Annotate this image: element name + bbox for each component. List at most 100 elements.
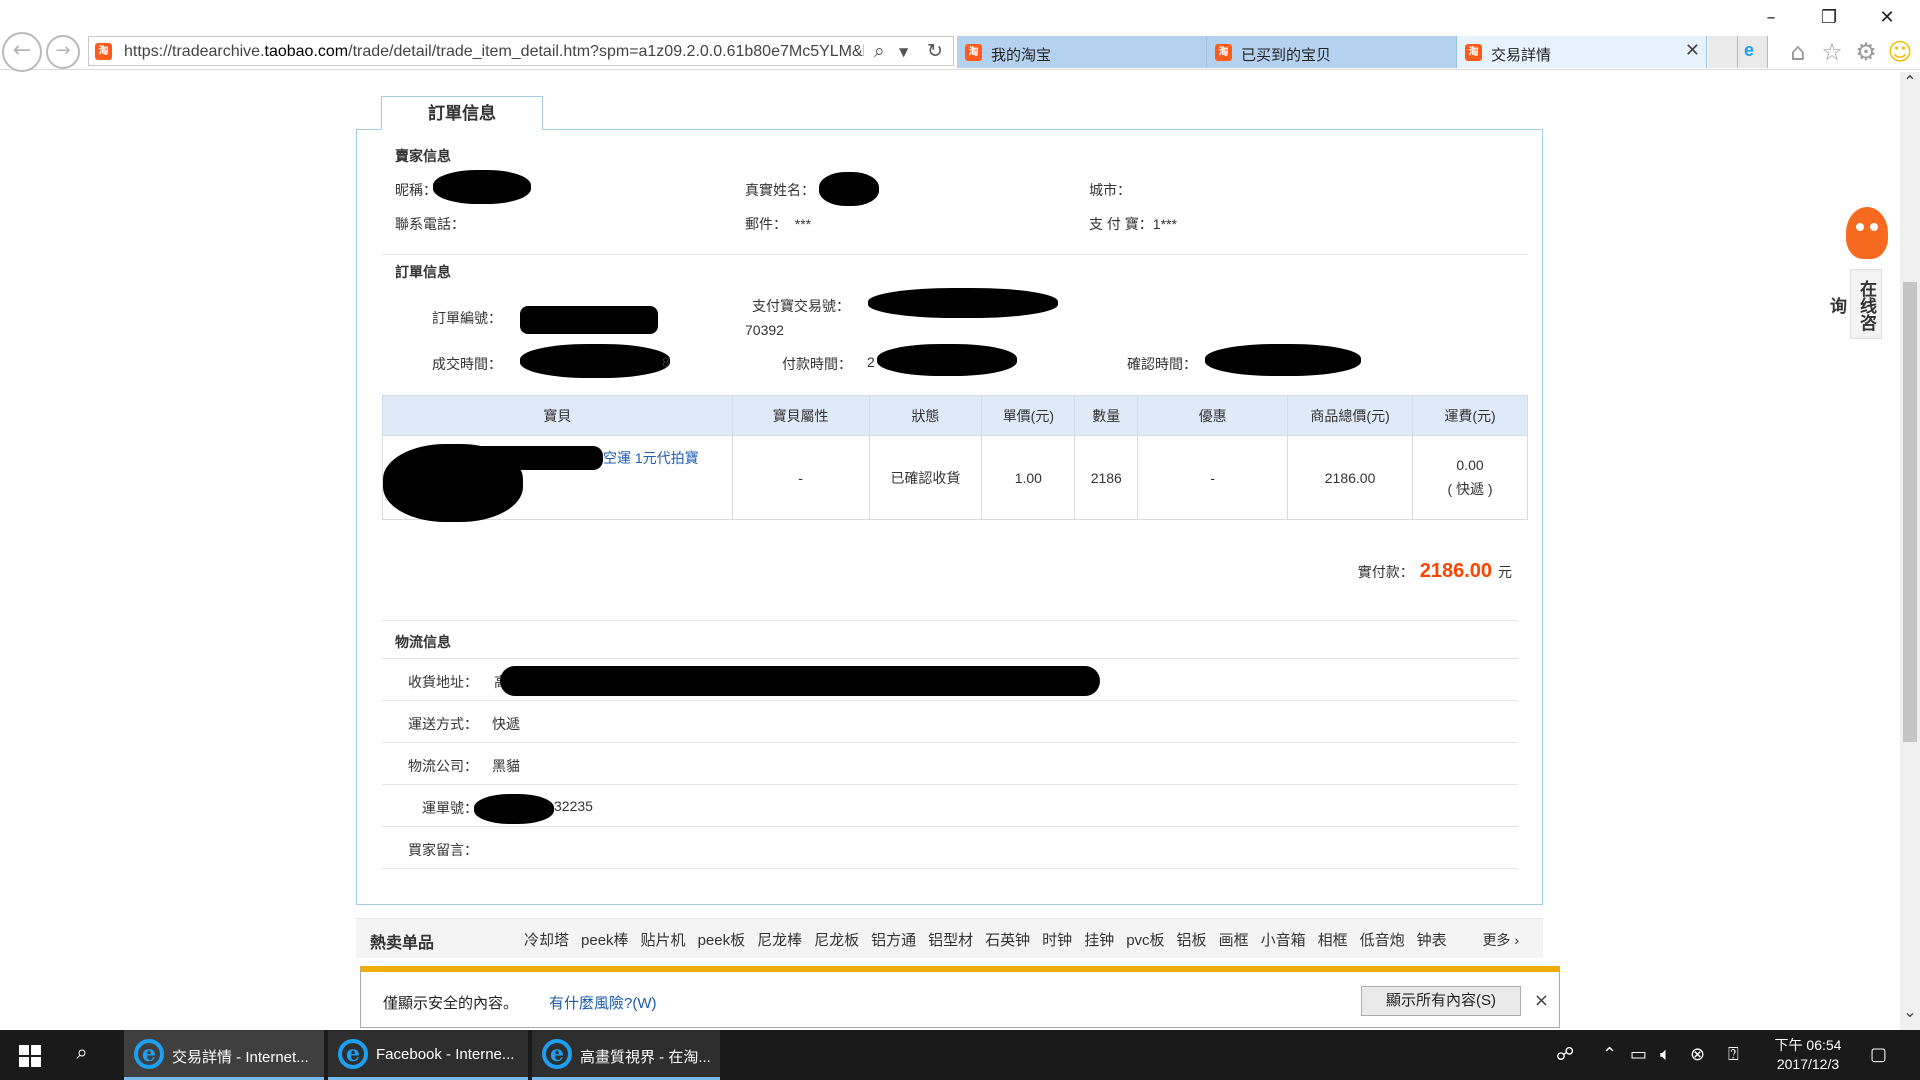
hot-item-link[interactable]: 小音箱 <box>1261 932 1306 949</box>
cell-attr: - <box>731 435 870 520</box>
hot-item-link[interactable]: 贴片机 <box>641 932 686 949</box>
hot-item-link[interactable]: 冷却塔 <box>524 932 569 949</box>
hot-items-links: 冷却塔 peek棒 贴片机 peek板 尼龙棒 尼龙板 铝方通 铝型材 石英钟 时钟 挂钟 pvc板铝… <box>524 929 1459 950</box>
hot-item-link[interactable]: peek棒 <box>581 932 629 949</box>
tab-label: 我的淘宝 <box>991 47 1052 64</box>
tab-bought-items[interactable]: 淘 已买到的宝贝 <box>1207 36 1457 68</box>
redacted-pay-time <box>877 344 1017 376</box>
hot-item-link[interactable]: peek板 <box>698 932 746 949</box>
hot-item-link[interactable]: 钟表 <box>1417 932 1447 949</box>
hot-item-link[interactable]: 铝方通 <box>871 932 916 949</box>
ie-icon: e <box>134 1039 164 1069</box>
deal-time-tail: 8 <box>662 354 670 370</box>
shipping-method-row: 運送方式： 快遞 <box>382 702 1518 743</box>
vertical-scrollbar[interactable]: ⌃ ⌄ <box>1900 72 1920 1030</box>
items-table: 寶貝 寶貝屬性 狀態 單價(元) 數量 優惠 商品總價(元) 運費(元) 空運 … <box>382 395 1528 522</box>
hot-item-link[interactable]: pvc板 <box>1126 932 1164 949</box>
home-icon[interactable]: ⌂ <box>1784 38 1812 66</box>
back-button[interactable]: ← <box>2 32 42 72</box>
tracking-row: 運單號： 32235 <box>382 786 1518 827</box>
cell-status: 已確認收貨 <box>868 435 983 520</box>
close-tab-icon[interactable]: ✕ <box>1685 40 1700 61</box>
no-connection-icon[interactable]: ⊗ <box>1690 1044 1705 1065</box>
hot-items-title: 熱卖单品 <box>370 935 435 952</box>
windows-logo-icon <box>19 1057 29 1067</box>
notice-close-icon[interactable]: × <box>1534 990 1549 1011</box>
item-title-link[interactable]: 空運 1元代拍寶 <box>603 448 699 468</box>
hot-item-link[interactable]: 挂钟 <box>1084 932 1114 949</box>
email-value: *** <box>794 216 812 232</box>
people-icon[interactable]: ☍ <box>1556 1044 1574 1065</box>
confirm-time-label: 確認時間： <box>1127 356 1197 372</box>
divider <box>382 620 1518 621</box>
company-label: 物流公司： <box>408 758 478 774</box>
hot-item-link[interactable]: 画框 <box>1219 932 1249 949</box>
close-window-icon[interactable]: ✕ <box>1862 4 1912 32</box>
clock[interactable]: 下午 06:54 2017/12/3 <box>1768 1036 1848 1074</box>
search-icon[interactable]: ⌕ <box>874 40 885 62</box>
order-info-tab[interactable]: 訂單信息 <box>381 96 543 130</box>
settings-gear-icon[interactable]: ⚙ <box>1852 38 1880 66</box>
minimize-icon[interactable]: – <box>1746 4 1796 32</box>
hot-item-link[interactable]: 铝板 <box>1177 932 1207 949</box>
taobao-favicon-icon: 淘 <box>965 44 982 61</box>
tab-my-taobao[interactable]: 淘 我的淘宝 <box>957 36 1207 68</box>
buyer-msg-label: 買家留言： <box>408 842 478 858</box>
refresh-icon[interactable]: ↻ <box>927 40 943 62</box>
hot-item-link[interactable]: 尼龙棒 <box>757 932 802 949</box>
address-bar[interactable]: 淘 https://tradearchive.taobao.com/trade/… <box>88 36 954 66</box>
taskbar-item-trade-detail[interactable]: e 交易詳情 - Internet... <box>124 1030 324 1080</box>
pay-time-label: 付款時間： <box>782 356 852 372</box>
clock-time: 下午 06:54 <box>1774 1037 1842 1053</box>
alipay-label: 支 付 寶：1*** <box>1089 214 1177 234</box>
new-tab-button[interactable] <box>1708 36 1738 68</box>
forward-button[interactable]: → <box>46 35 80 69</box>
notice-risk-link[interactable]: 有什麼風險?(W) <box>549 992 657 1013</box>
start-button[interactable] <box>0 1030 56 1080</box>
tray-chevron-up-icon[interactable]: ⌃ <box>1602 1044 1617 1065</box>
scroll-up-icon[interactable]: ⌃ <box>1900 72 1920 92</box>
taskbar-item-facebook[interactable]: e Facebook - Interne... <box>328 1030 528 1080</box>
ie-icon: e <box>542 1039 572 1069</box>
volume-icon[interactable]: 🔈︎ <box>1660 1044 1671 1065</box>
taskbar-search-icon[interactable]: ⌕ <box>64 1040 100 1070</box>
cell-total: 2186.00 <box>1287 435 1414 520</box>
scroll-down-icon[interactable]: ⌄ <box>1900 1002 1920 1022</box>
url-text[interactable]: https://tradearchive.taobao.com/trade/de… <box>124 43 864 61</box>
notice-text: 僅顯示安全的內容。 <box>383 995 519 1012</box>
tab-trade-detail[interactable]: 淘 交易詳情 ✕ <box>1457 36 1707 68</box>
hot-items-more-link[interactable]: 更多 › <box>1482 930 1519 950</box>
network-icon[interactable]: ▭ <box>1630 1044 1647 1065</box>
hot-item-link[interactable]: 相框 <box>1318 932 1348 949</box>
favorites-star-icon[interactable]: ☆ <box>1818 38 1846 66</box>
phone-label: 聯系電話： <box>395 216 465 232</box>
smiley-feedback-icon[interactable]: ☺ <box>1886 38 1914 66</box>
restore-icon[interactable]: ❐ <box>1804 4 1854 32</box>
tab-label: 交易詳情 <box>1491 47 1552 64</box>
hot-item-link[interactable]: 石英钟 <box>985 932 1030 949</box>
city-label: 城市： <box>1089 182 1131 198</box>
browser-chrome: – ❐ ✕ ← → 淘 https://tradearchive.taobao.… <box>0 0 1920 72</box>
windows-logo-icon <box>19 1045 29 1055</box>
action-center-icon[interactable]: ▢ <box>1870 1044 1887 1065</box>
online-consult-widget[interactable]: 在线咨询 <box>1827 207 1888 437</box>
buyer-message-row: 買家留言： <box>382 828 1518 869</box>
payment-amount: 2186.00 <box>1419 560 1492 582</box>
input-method-icon[interactable]: ⍰ <box>1728 1044 1739 1065</box>
scroll-thumb[interactable] <box>1903 282 1917 742</box>
ie-tab-button[interactable]: e <box>1738 36 1768 68</box>
hot-item-link[interactable]: 时钟 <box>1042 932 1072 949</box>
hot-item-link[interactable]: 低音炮 <box>1360 932 1405 949</box>
hot-item-link[interactable]: 尼龙板 <box>814 932 859 949</box>
show-all-content-button[interactable]: 顯示所有內容(S) <box>1361 986 1521 1016</box>
online-consult-label: 在线咨询 <box>1827 269 1882 339</box>
taobao-favicon-icon: 淘 <box>1215 44 1232 61</box>
courier-row: 物流公司： 黑貓 <box>382 744 1518 785</box>
taskbar-item-hd-vision[interactable]: e 高畫質視界 - 在淘... <box>532 1030 720 1080</box>
dropdown-icon[interactable]: ▼ <box>899 45 908 59</box>
shipping-fee: 0.00 <box>1456 456 1484 473</box>
order-panel: 賣家信息 昵稱： 真實姓名： 城市： 聯系電話： 郵件： *** 支 付 寶：1… <box>356 129 1543 905</box>
hot-item-link[interactable]: 铝型材 <box>928 932 973 949</box>
alipay-tx-tail: 70392 <box>745 322 784 338</box>
redacted-tracking-no <box>474 794 554 824</box>
